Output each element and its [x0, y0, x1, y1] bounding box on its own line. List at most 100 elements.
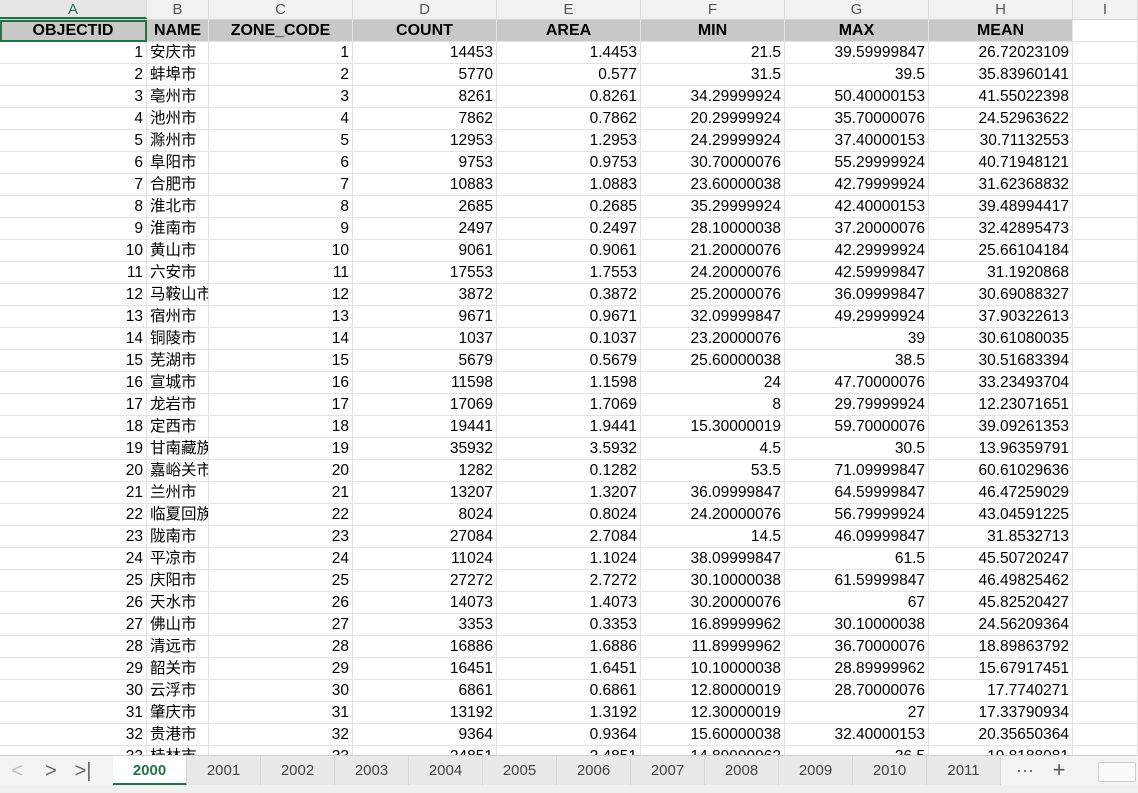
table-cell[interactable]: 0.9671	[497, 306, 641, 328]
sheet-tab-2010[interactable]: 2010	[853, 756, 927, 786]
table-cell[interactable]: 2	[209, 64, 353, 86]
table-cell[interactable]: 5	[209, 130, 353, 152]
table-cell[interactable]: 9061	[353, 240, 497, 262]
table-cell[interactable]: 32.09999847	[641, 306, 785, 328]
table-cell[interactable]: 30.51683394	[929, 350, 1073, 372]
table-cell[interactable]: 39.48994417	[929, 196, 1073, 218]
column-header-c[interactable]: C	[209, 0, 353, 19]
table-cell[interactable]: 平凉市	[147, 548, 209, 570]
empty-cell[interactable]	[1073, 614, 1138, 636]
table-cell[interactable]: 2.7272	[497, 570, 641, 592]
sheet-tab-2002[interactable]: 2002	[261, 756, 335, 786]
table-cell[interactable]: 贵港市	[147, 724, 209, 746]
table-cell[interactable]: 临夏回族自治州	[147, 504, 209, 526]
table-cell[interactable]: 2497	[353, 218, 497, 240]
table-cell[interactable]: 1	[0, 42, 147, 64]
table-cell[interactable]: 59.70000076	[785, 416, 929, 438]
table-cell[interactable]: 36.09999847	[785, 284, 929, 306]
table-cell[interactable]: 26	[209, 592, 353, 614]
table-cell[interactable]: 20.29999924	[641, 108, 785, 130]
table-cell[interactable]: 20	[0, 460, 147, 482]
empty-cell[interactable]	[1073, 658, 1138, 680]
table-cell[interactable]: 3	[209, 86, 353, 108]
table-cell[interactable]: 0.6861	[497, 680, 641, 702]
table-cell[interactable]: 马鞍山市	[147, 284, 209, 306]
table-cell[interactable]: 肇庆市	[147, 702, 209, 724]
table-cell[interactable]: 20.35650364	[929, 724, 1073, 746]
table-cell[interactable]: 28.70000076	[785, 680, 929, 702]
table-cell[interactable]: 15.67917451	[929, 658, 1073, 680]
table-cell[interactable]: 0.9061	[497, 240, 641, 262]
table-cell[interactable]: 宣城市	[147, 372, 209, 394]
table-cell[interactable]: 8	[641, 394, 785, 416]
table-cell[interactable]: 24.20000076	[641, 504, 785, 526]
empty-cell[interactable]	[1073, 240, 1138, 262]
empty-cell[interactable]	[1073, 284, 1138, 306]
table-cell[interactable]: 黄山市	[147, 240, 209, 262]
table-cell[interactable]: 16451	[353, 658, 497, 680]
table-cell[interactable]: 17	[0, 394, 147, 416]
table-cell[interactable]: 29.79999924	[785, 394, 929, 416]
sheet-tab-2000[interactable]: 2000	[113, 756, 187, 786]
table-cell[interactable]: 14	[0, 328, 147, 350]
table-cell[interactable]: 17.7740271	[929, 680, 1073, 702]
table-cell[interactable]: 10883	[353, 174, 497, 196]
table-cell[interactable]: 4	[209, 108, 353, 130]
sheet-tab-2008[interactable]: 2008	[705, 756, 779, 786]
empty-cell[interactable]	[1073, 570, 1138, 592]
column-header-i[interactable]: I	[1073, 0, 1138, 19]
table-cell[interactable]: 甘南藏族自治州	[147, 438, 209, 460]
table-cell[interactable]: 6	[0, 152, 147, 174]
table-cell[interactable]: 23.20000076	[641, 328, 785, 350]
table-cell[interactable]: 27	[785, 702, 929, 724]
table-cell[interactable]: 46.49825462	[929, 570, 1073, 592]
table-cell[interactable]: 45.82520427	[929, 592, 1073, 614]
empty-cell[interactable]	[1073, 460, 1138, 482]
table-cell[interactable]: 铜陵市	[147, 328, 209, 350]
empty-cell[interactable]	[1073, 482, 1138, 504]
table-cell[interactable]: 56.79999924	[785, 504, 929, 526]
table-cell[interactable]: 池州市	[147, 108, 209, 130]
table-cell[interactable]: 0.5679	[497, 350, 641, 372]
table-cell[interactable]: 8261	[353, 86, 497, 108]
sheet-tab-2011[interactable]: 2011	[927, 756, 1001, 786]
empty-cell[interactable]	[1073, 130, 1138, 152]
table-cell[interactable]: 24.52963622	[929, 108, 1073, 130]
table-cell[interactable]: 9364	[353, 724, 497, 746]
table-cell[interactable]: 4.5	[641, 438, 785, 460]
table-cell[interactable]: 0.8024	[497, 504, 641, 526]
table-cell[interactable]: 1.2953	[497, 130, 641, 152]
table-cell[interactable]: 38.5	[785, 350, 929, 372]
table-cell[interactable]: 定西市	[147, 416, 209, 438]
table-cell[interactable]: 53.5	[641, 460, 785, 482]
table-cell[interactable]: 37.90322613	[929, 306, 1073, 328]
table-cell[interactable]: 30.71132553	[929, 130, 1073, 152]
table-cell[interactable]: 28.89999962	[785, 658, 929, 680]
empty-cell[interactable]	[1073, 416, 1138, 438]
table-cell[interactable]: 12.30000019	[641, 702, 785, 724]
table-cell[interactable]: 12	[0, 284, 147, 306]
table-cell[interactable]: 2685	[353, 196, 497, 218]
table-cell[interactable]: 13192	[353, 702, 497, 724]
table-cell[interactable]: 陇南市	[147, 526, 209, 548]
empty-cell[interactable]	[1073, 350, 1138, 372]
empty-cell[interactable]	[1073, 372, 1138, 394]
table-cell[interactable]: 35.83960141	[929, 64, 1073, 86]
table-cell[interactable]: 32	[0, 724, 147, 746]
table-cell[interactable]: 21.20000076	[641, 240, 785, 262]
empty-cell[interactable]	[1073, 592, 1138, 614]
table-cell[interactable]: 30.70000076	[641, 152, 785, 174]
table-cell[interactable]: 蚌埠市	[147, 64, 209, 86]
table-cell[interactable]: 39.09261353	[929, 416, 1073, 438]
table-cell[interactable]: 滁州市	[147, 130, 209, 152]
column-header-d[interactable]: D	[353, 0, 497, 19]
table-cell[interactable]: 2	[0, 64, 147, 86]
table-cell[interactable]: 27084	[353, 526, 497, 548]
table-cell[interactable]: 淮北市	[147, 196, 209, 218]
table-cell[interactable]: 宿州市	[147, 306, 209, 328]
table-cell[interactable]: 16886	[353, 636, 497, 658]
table-cell[interactable]: 14.89999962	[641, 746, 785, 755]
table-cell[interactable]: 27	[0, 614, 147, 636]
empty-cell[interactable]	[1073, 438, 1138, 460]
table-cell[interactable]: 20	[209, 460, 353, 482]
